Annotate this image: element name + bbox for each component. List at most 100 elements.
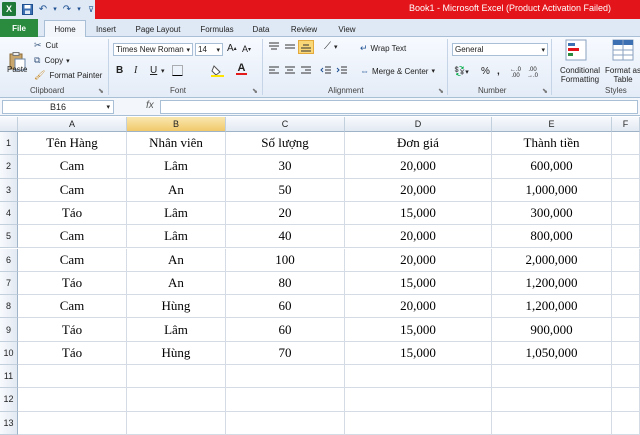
cell-c1[interactable]: Số lượng [226, 132, 345, 156]
cell-e6[interactable]: 2,000,000 [492, 248, 612, 272]
cell-d10[interactable]: 15,000 [345, 341, 492, 365]
font-name-select[interactable]: Times New Roman ▾ [113, 43, 193, 56]
grow-font-icon[interactable]: A ▴ [227, 43, 237, 54]
bold-icon[interactable]: B [116, 65, 123, 76]
cell-d11[interactable] [345, 365, 492, 389]
cell-c8[interactable]: 60 [226, 295, 345, 319]
cell-e1[interactable]: Thành tiền [492, 132, 612, 156]
tab-insert[interactable]: Insert [92, 21, 120, 37]
cell-d1[interactable]: Đơn giá [345, 132, 492, 156]
cell-b3[interactable]: An [127, 178, 226, 202]
row-header-1[interactable]: 1 [0, 132, 18, 156]
cut-button[interactable]: ✂ Cut [34, 40, 58, 51]
number-launcher-icon[interactable]: ⬊ [542, 87, 548, 95]
cell-c11[interactable] [226, 365, 345, 389]
clipboard-launcher-icon[interactable]: ⬊ [98, 87, 104, 95]
cell-e5[interactable]: 800,000 [492, 225, 612, 249]
cell-c9[interactable]: 60 [226, 318, 345, 342]
cell-a10[interactable]: Táo [18, 341, 127, 365]
row-header-2[interactable]: 2 [0, 155, 18, 179]
cell-f2[interactable] [612, 155, 640, 179]
cell-b13[interactable] [127, 411, 226, 435]
insert-function-button[interactable]: fx [146, 100, 154, 111]
cell-a4[interactable]: Táo [18, 201, 127, 226]
column-header-c[interactable]: C [226, 117, 345, 132]
formula-input[interactable] [160, 100, 638, 114]
cell-a7[interactable]: Táo [18, 271, 127, 296]
cell-e3[interactable]: 1,000,000 [492, 178, 612, 202]
select-all-corner[interactable] [0, 117, 18, 132]
format-as-table-icon[interactable] [612, 39, 634, 61]
cell-f10[interactable] [612, 341, 640, 365]
cell-a6[interactable]: Cam [18, 248, 127, 272]
cell-f4[interactable] [612, 201, 640, 226]
cell-b9[interactable]: Lâm [127, 318, 226, 342]
conditional-formatting-icon[interactable] [565, 39, 587, 61]
row-header-10[interactable]: 10 [0, 341, 18, 365]
cell-b10[interactable]: Hùng [127, 341, 226, 365]
column-header-e[interactable]: E [492, 117, 612, 132]
copy-button[interactable]: ⧉ Copy ▾ [34, 55, 70, 66]
cell-d9[interactable]: 15,000 [345, 318, 492, 342]
cell-d5[interactable]: 20,000 [345, 225, 492, 249]
cell-d4[interactable]: 15,000 [345, 201, 492, 226]
cell-e8[interactable]: 1,200,000 [492, 295, 612, 319]
format-painter-button[interactable]: 🖌 Format Painter [34, 70, 102, 81]
cell-f13[interactable] [612, 411, 640, 435]
accounting-format-icon[interactable]: 💱 ▾ [454, 66, 469, 77]
align-right-icon[interactable] [300, 66, 312, 76]
cell-e13[interactable] [492, 411, 612, 435]
cell-c5[interactable]: 40 [226, 225, 345, 249]
cell-b1[interactable]: Nhân viên [127, 132, 226, 156]
cell-d6[interactable]: 20,000 [345, 248, 492, 272]
cell-b8[interactable]: Hùng [127, 295, 226, 319]
percent-style-icon[interactable]: % [481, 66, 490, 77]
align-left-icon[interactable] [268, 66, 280, 76]
cell-d2[interactable]: 20,000 [345, 155, 492, 179]
cell-c6[interactable]: 100 [226, 248, 345, 272]
cell-d8[interactable]: 20,000 [345, 295, 492, 319]
cell-a8[interactable]: Cam [18, 295, 127, 319]
font-size-select[interactable]: 14 ▾ [195, 43, 223, 56]
cell-f3[interactable] [612, 178, 640, 202]
row-header-13[interactable]: 13 [0, 411, 18, 435]
cell-c4[interactable]: 20 [226, 201, 345, 226]
cell-a9[interactable]: Táo [18, 318, 127, 342]
align-bottom-icon[interactable] [298, 40, 314, 54]
align-middle-icon[interactable] [284, 42, 296, 52]
alignment-launcher-icon[interactable]: ⬊ [438, 87, 444, 95]
column-header-d[interactable]: D [345, 117, 492, 132]
cell-c2[interactable]: 30 [226, 155, 345, 179]
row-header-4[interactable]: 4 [0, 201, 18, 226]
cell-a12[interactable] [18, 388, 127, 412]
cell-d13[interactable] [345, 411, 492, 435]
cell-e4[interactable]: 300,000 [492, 201, 612, 226]
chevron-down-icon[interactable]: ▾ [161, 67, 165, 75]
cell-b11[interactable] [127, 365, 226, 389]
italic-icon[interactable]: I [134, 65, 137, 76]
font-launcher-icon[interactable]: ⬊ [252, 87, 258, 95]
align-center-icon[interactable] [284, 66, 296, 76]
row-header-8[interactable]: 8 [0, 295, 18, 319]
tab-file[interactable]: File [0, 19, 38, 37]
cell-a2[interactable]: Cam [18, 155, 127, 179]
cell-f8[interactable] [612, 295, 640, 319]
cell-f11[interactable] [612, 365, 640, 389]
align-top-icon[interactable] [268, 42, 280, 52]
cell-a3[interactable]: Cam [18, 178, 127, 202]
increase-decimal-icon[interactable]: ←.0.00 [510, 67, 521, 79]
cell-e11[interactable] [492, 365, 612, 389]
cell-c10[interactable]: 70 [226, 341, 345, 365]
cell-f1[interactable] [612, 132, 640, 156]
cell-f6[interactable] [612, 248, 640, 272]
cell-e7[interactable]: 1,200,000 [492, 271, 612, 296]
cell-a11[interactable] [18, 365, 127, 389]
cell-c3[interactable]: 50 [226, 178, 345, 202]
tab-view[interactable]: View [334, 21, 360, 37]
cell-b12[interactable] [127, 388, 226, 412]
orientation-icon[interactable]: ⟋ [324, 41, 331, 52]
tab-review[interactable]: Review [286, 21, 322, 37]
tab-formulas[interactable]: Formulas [196, 21, 238, 37]
cell-c12[interactable] [226, 388, 345, 412]
cell-d3[interactable]: 20,000 [345, 178, 492, 202]
